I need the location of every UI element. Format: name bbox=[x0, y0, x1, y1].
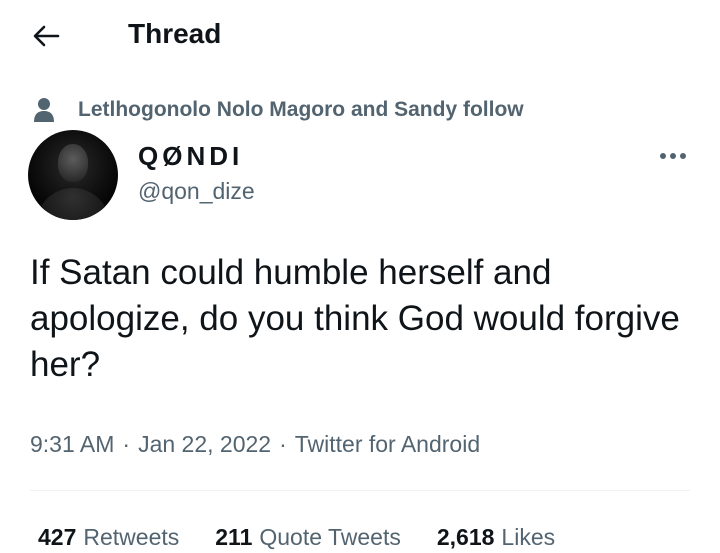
avatar-face bbox=[58, 144, 88, 182]
quote-tweets-label: Quote Tweets bbox=[259, 524, 401, 550]
tweet-date[interactable]: Jan 22, 2022 bbox=[138, 428, 271, 460]
retweets-stat[interactable]: 427 Retweets bbox=[38, 521, 179, 553]
quote-tweets-count: 211 bbox=[215, 524, 253, 550]
avatar[interactable] bbox=[28, 130, 118, 220]
header: Thread bbox=[0, 0, 720, 70]
tweet-stats: 427 Retweets 211 Quote Tweets 2,618 Like… bbox=[38, 521, 555, 553]
tweet-time[interactable]: 9:31 AM bbox=[30, 428, 114, 460]
more-options-button[interactable] bbox=[656, 142, 690, 170]
social-context-text: Letlhogonolo Nolo Magoro and Sandy follo… bbox=[78, 98, 524, 121]
likes-count: 2,618 bbox=[436, 524, 495, 550]
tweet-meta: 9:31 AM · Jan 22, 2022 · Twitter for And… bbox=[30, 428, 480, 460]
arrow-left-icon bbox=[33, 25, 60, 47]
retweets-count: 427 bbox=[38, 524, 77, 550]
social-context[interactable]: Letlhogonolo Nolo Magoro and Sandy follo… bbox=[32, 96, 524, 124]
avatar-shoulders bbox=[36, 188, 110, 220]
quote-tweets-stat[interactable]: 211 Quote Tweets bbox=[215, 521, 401, 553]
author-handle[interactable]: @qon_dize bbox=[138, 176, 255, 206]
divider bbox=[30, 490, 690, 491]
likes-label: Likes bbox=[501, 524, 556, 550]
tweet-source[interactable]: Twitter for Android bbox=[295, 428, 480, 460]
more-horizontal-icon bbox=[660, 153, 686, 159]
likes-stat[interactable]: 2,618 Likes bbox=[437, 521, 555, 553]
person-icon bbox=[32, 96, 56, 124]
back-button[interactable] bbox=[28, 20, 64, 52]
retweets-label: Retweets bbox=[83, 524, 180, 550]
author-display-name[interactable]: QØNDI bbox=[138, 140, 243, 172]
meta-separator: · bbox=[122, 431, 131, 457]
page-title: Thread bbox=[128, 18, 222, 49]
meta-separator: · bbox=[279, 431, 287, 457]
tweet-text: If Satan could humble herself and apolog… bbox=[30, 253, 680, 384]
